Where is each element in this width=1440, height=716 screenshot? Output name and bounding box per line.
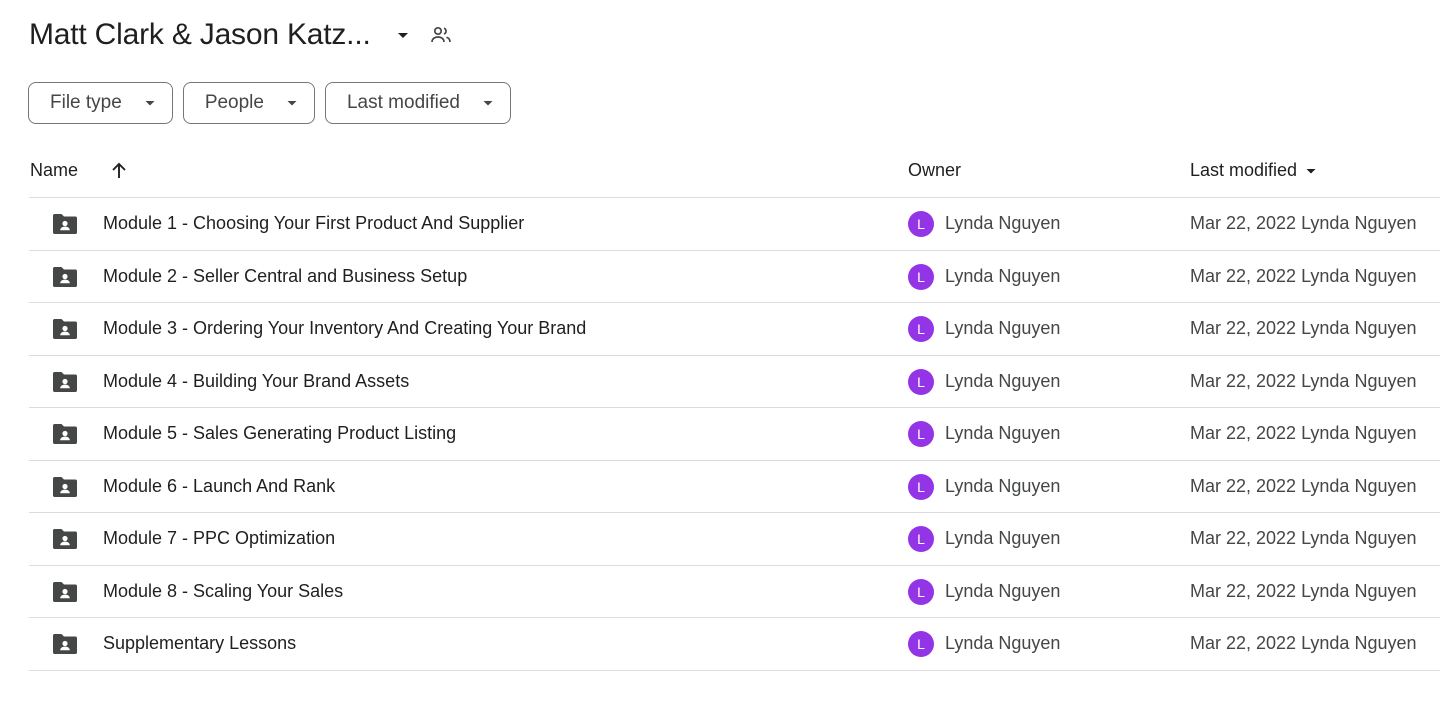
arrow-drop-down-icon (144, 97, 156, 109)
owner-name: Lynda Nguyen (945, 318, 1061, 338)
table-row[interactable]: Module 7 - PPC Optimization L Lynda Nguyen… (29, 513, 1440, 566)
file-name: Module 8 - Scaling Your Sales (103, 580, 344, 601)
last-modified-text: Mar 22, 2022 Lynda Nguyen (1190, 318, 1417, 338)
last-modified-text: Mar 22, 2022 Lynda Nguyen (1190, 265, 1417, 286)
column-header-label: Last modified (1190, 160, 1298, 180)
owner-name: Lynda Nguyen (945, 528, 1061, 548)
file-name: Module 2 - Seller Central and Business S… (103, 265, 468, 286)
avatar: L (908, 368, 934, 395)
column-header-name[interactable]: Name (30, 160, 78, 181)
owner-name: Lynda Nguyen (945, 265, 1061, 286)
avatar: L (908, 316, 934, 342)
shared-folder-icon (51, 475, 79, 499)
shared-folder-icon (51, 422, 79, 446)
avatar: L (908, 211, 934, 237)
avatar: L (908, 526, 934, 552)
file-name: Module 3 - Ordering Your Inventory And C… (103, 318, 587, 338)
last-modified-text: Mar 22, 2022 Lynda Nguyen (1190, 370, 1417, 391)
file-name: Supplementary Lessons (103, 633, 297, 653)
table-row[interactable]: Module 2 - Seller Central and Business S… (29, 251, 1440, 303)
owner-name: Lynda Nguyen (945, 633, 1061, 653)
column-header-last-modified[interactable]: Last modified (1190, 160, 1317, 181)
arrow-drop-down-icon[interactable] (391, 23, 415, 47)
file-name: Module 7 - PPC Optimization (103, 528, 336, 548)
table-row[interactable]: Module 1 - Choosing Your First Product A… (29, 198, 1440, 251)
owner-name: Lynda Nguyen (945, 370, 1061, 391)
avatar: L (908, 473, 934, 500)
file-list: Module 1 - Choosing Your First Product A… (29, 198, 1440, 671)
file-name: Module 4 - Building Your Brand Assets (103, 370, 410, 391)
file-name: Module 5 - Sales Generating Product List… (103, 423, 457, 443)
avatar: L (908, 263, 934, 290)
shared-folder-icon (51, 317, 79, 341)
folder-header: Matt Clark & Jason Katz... (29, 14, 453, 56)
table-header: Name Owner Last modified (29, 145, 1440, 198)
arrow-upward-icon[interactable] (107, 159, 131, 183)
owner-name: Lynda Nguyen (945, 213, 1061, 233)
last-modified-text: Mar 22, 2022 Lynda Nguyen (1190, 213, 1417, 233)
arrow-drop-down-icon (286, 97, 298, 109)
filter-bar: File type People Last modified (28, 82, 511, 124)
arrow-drop-down-icon (482, 97, 494, 109)
filter-label: File type (50, 92, 122, 113)
shared-folder-icon (51, 580, 79, 604)
last-modified-text: Mar 22, 2022 Lynda Nguyen (1190, 423, 1417, 443)
arrow-drop-down-icon (1305, 165, 1317, 177)
filter-people[interactable]: People (182, 82, 315, 124)
filter-label: People (204, 92, 264, 113)
owner-name: Lynda Nguyen (945, 423, 1061, 443)
last-modified-text: Mar 22, 2022 Lynda Nguyen (1190, 528, 1417, 548)
column-header-owner: Owner (908, 160, 962, 180)
table-row[interactable]: Module 8 - Scaling Your Sales L Lynda Nguy… (29, 566, 1440, 618)
last-modified-text: Mar 22, 2022 Lynda Nguyen (1190, 633, 1417, 653)
shared-folder-icon (51, 632, 79, 656)
shared-folder-icon (51, 527, 79, 551)
filter-file-type[interactable]: File type (28, 82, 173, 124)
file-name: Module 6 - Launch And Rank (103, 475, 336, 496)
shared-folder-icon (51, 265, 79, 289)
avatar: L (908, 631, 934, 657)
last-modified-text: Mar 22, 2022 Lynda Nguyen (1190, 580, 1417, 601)
file-name: Module 1 - Choosing Your First Product A… (103, 213, 525, 233)
table-row[interactable]: Module 4 - Building Your Brand Assets L Ly… (29, 356, 1440, 408)
table-row[interactable]: Module 5 - Sales Generating Product List… (29, 408, 1440, 461)
folder-title[interactable]: Matt Clark & Jason Katz... (29, 18, 371, 52)
people-shared-icon[interactable] (429, 23, 453, 47)
owner-name: Lynda Nguyen (945, 475, 1061, 496)
last-modified-text: Mar 22, 2022 Lynda Nguyen (1190, 475, 1417, 496)
owner-name: Lynda Nguyen (945, 580, 1061, 601)
table-row[interactable]: Supplementary Lessons L Lynda Nguyen Mar 22… (29, 618, 1440, 671)
avatar: L (908, 578, 934, 605)
filter-label: Last modified (346, 92, 460, 113)
filter-last-modified[interactable]: Last modified (324, 82, 511, 124)
avatar: L (908, 421, 934, 447)
table-row[interactable]: Module 6 - Launch And Rank L Lynda Nguyen M… (29, 461, 1440, 513)
shared-folder-icon (51, 212, 79, 236)
shared-folder-icon (51, 370, 79, 394)
table-row[interactable]: Module 3 - Ordering Your Inventory And C… (29, 303, 1440, 356)
